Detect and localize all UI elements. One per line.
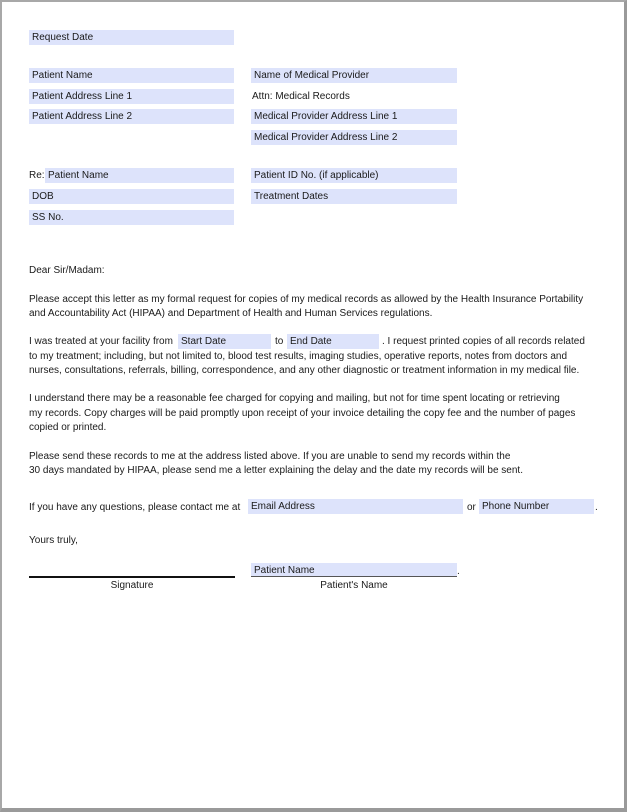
provider-address-line-1-field[interactable]: Medical Provider Address Line 1 [251,109,457,124]
closing: Yours truly, [29,535,78,546]
patient-id-field[interactable]: Patient ID No. (if applicable) [251,168,457,183]
start-date-field[interactable]: Start Date [178,334,271,349]
re-patient-name-field[interactable]: Patient Name [45,168,234,183]
attn-label: Attn: Medical Records [252,91,350,102]
paragraph-3-line-2: my records. Copy charges will be paid pr… [29,408,576,419]
patient-name-caption: Patient's Name [320,580,388,591]
signature-caption: Signature [110,580,154,591]
provider-name-field[interactable]: Name of Medical Provider [251,68,457,83]
signature-period: . [457,566,460,577]
signature-patient-name-field[interactable]: Patient Name [251,563,457,577]
treatment-dates-field[interactable]: Treatment Dates [251,189,457,204]
request-date-field[interactable]: Request Date [29,30,234,45]
salutation: Dear Sir/Madam: [29,265,105,276]
paragraph-1-line-1: Please accept this letter as my formal r… [29,294,584,305]
paragraph-2-line-2: to my treatment; including, but not limi… [29,351,568,362]
paragraph-2-line-3: nurses, consultations, referrals, billin… [29,365,580,376]
patient-address-line-1-field[interactable]: Patient Address Line 1 [29,89,234,104]
paragraph-2-prefix: I was treated at your facility from [29,336,173,347]
dob-field[interactable]: DOB [29,189,234,204]
email-field[interactable]: Email Address [248,499,463,514]
patient-address-line-2-field[interactable]: Patient Address Line 2 [29,109,234,124]
paragraph-4-line-1: Please send these records to me at the a… [29,451,511,462]
end-date-field[interactable]: End Date [287,334,379,349]
paragraph-4-line-2: 30 days mandated by HIPAA, please send m… [29,465,523,476]
patient-name-field[interactable]: Patient Name [29,68,234,83]
re-label: Re: [29,170,45,181]
paragraph-1-line-2: and Accountability Act (HIPAA) and Depar… [29,308,433,319]
ss-no-field[interactable]: SS No. [29,210,234,225]
contact-prefix: If you have any questions, please contac… [29,502,241,513]
paragraph-3-line-1: I understand there may be a reasonable f… [29,393,560,404]
contact-period: . [595,502,598,513]
paragraph-3-line-3: copied or printed. [29,422,107,433]
provider-address-line-2-field[interactable]: Medical Provider Address Line 2 [251,130,457,145]
paragraph-2-suffix: . I request printed copies of all record… [382,336,585,347]
contact-or: or [467,502,476,513]
paragraph-2-to: to [275,336,284,347]
phone-field[interactable]: Phone Number [479,499,594,514]
